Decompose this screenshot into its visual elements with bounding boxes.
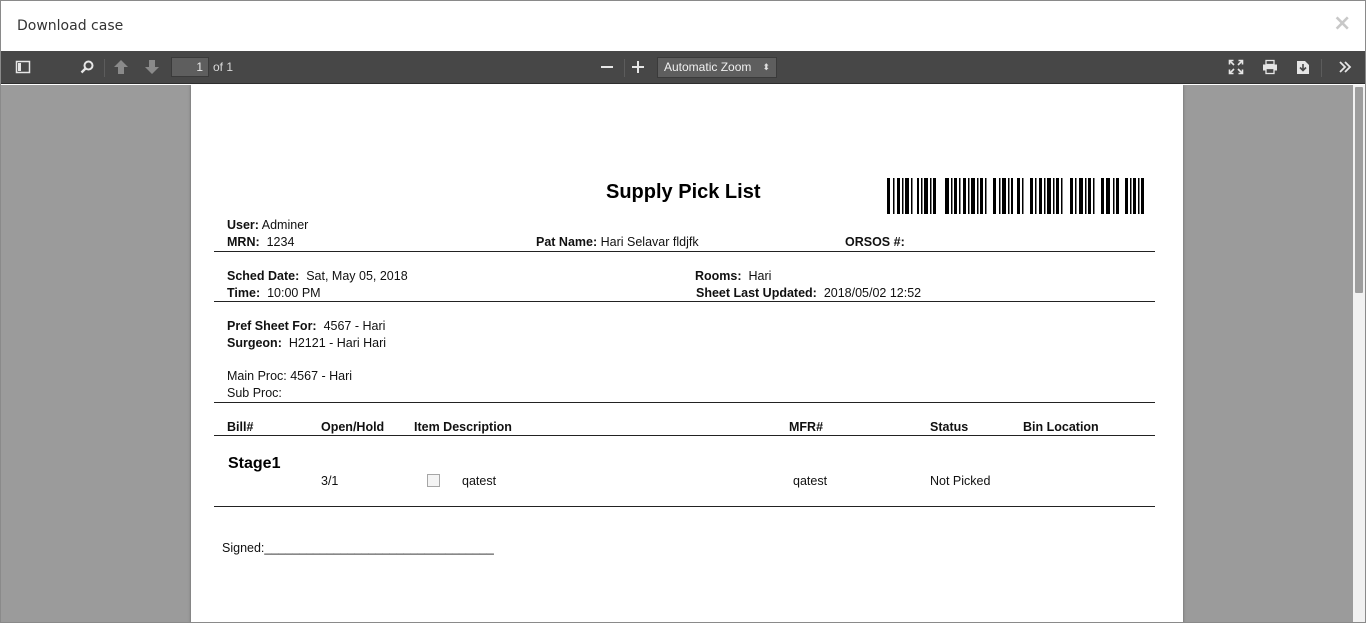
column-header-status: Status [930,420,969,434]
pdf-viewer-area[interactable]: Supply Pick List User: Adminer MRN: 1234… [1,85,1353,622]
sched-date-value: Sat, May 05, 2018 [306,269,408,283]
user-value: Adminer [261,218,309,232]
patient-name-row: Pat Name: Hari Selavar fldjfk [536,235,699,249]
vertical-scrollbar[interactable] [1353,85,1365,622]
surgeon-label: Surgeon: [227,336,282,350]
mrn-label: MRN: [227,235,260,249]
print-icon[interactable] [1257,55,1283,79]
toolbar-separator [1321,59,1322,77]
pat-name-value: Hari Selavar fldjfk [600,235,699,249]
rooms-label: Rooms: [695,269,742,283]
column-header-open-hold: Open/Hold [321,420,385,434]
mrn-value: 1234 [266,235,295,249]
sheet-updated-row: Sheet Last Updated: 2018/05/02 12:52 [696,286,921,300]
sub-proc: Sub Proc: [227,386,282,400]
surgeon-row: Surgeon: H2121 - Hari Hari [227,336,386,350]
zoom-value: Automatic Zoom [664,60,752,74]
user-row: User: Adminer [227,218,308,232]
dialog-header: Download case × [1,1,1365,51]
signature-line: Signed:_________________________________ [222,541,494,555]
row-mfr: qatest [793,474,828,488]
mrn-row: MRN: 1234 [227,235,294,249]
surgeon-value: H2121 - Hari Hari [288,336,387,350]
row-status: Not Picked [930,474,991,488]
double-chevron-right-icon[interactable] [1332,55,1358,79]
divider [214,301,1155,302]
sheet-updated-label: Sheet Last Updated: [696,286,817,300]
sheet-updated-value: 2018/05/02 12:52 [823,286,922,300]
time-label: Time: [227,286,261,300]
sidebar-toggle-icon[interactable] [10,55,36,79]
rooms-row: Rooms: Hari [695,269,771,283]
download-case-dialog: Download case × of 1 Automatic Zoom ⬍ [0,0,1366,623]
orsos-label: ORSOS #: [845,235,905,249]
pdf-page: Supply Pick List User: Adminer MRN: 1234… [191,85,1183,622]
chevron-updown-icon: ⬍ [762,62,770,72]
user-label: User: [227,218,259,232]
toolbar-separator [104,59,105,77]
page-count: of 1 [213,60,234,74]
pdf-toolbar: of 1 Automatic Zoom ⬍ [1,51,1365,84]
main-proc: Main Proc: 4567 - Hari [227,369,353,383]
column-header-bill: Bill# [227,420,254,434]
column-header-bin-location: Bin Location [1023,420,1099,434]
rooms-value: Hari [748,269,772,283]
sched-date-row: Sched Date: Sat, May 05, 2018 [227,269,408,283]
arrow-up-icon[interactable] [108,55,134,79]
pref-sheet-row: Pref Sheet For: 4567 - Hari [227,319,385,333]
arrow-down-icon[interactable] [139,55,165,79]
document-title: Supply Pick List [606,181,761,203]
close-icon[interactable]: × [1333,13,1351,35]
minus-icon[interactable] [594,55,620,79]
row-description: qatest [462,474,497,488]
divider [214,435,1155,436]
divider [214,506,1155,507]
pat-name-label: Pat Name: [536,235,598,249]
barcode-icon [887,178,1144,214]
pref-sheet-value: 4567 - Hari [323,319,386,333]
stage-label: Stage1 [228,455,281,472]
search-icon[interactable] [74,55,100,79]
plus-icon[interactable] [625,55,651,79]
pref-sheet-label: Pref Sheet For: [227,319,317,333]
dialog-title: Download case [17,18,124,34]
divider [214,251,1155,252]
item-checkbox[interactable] [427,474,440,487]
zoom-select[interactable]: Automatic Zoom ⬍ [657,57,777,78]
time-value: 10:00 PM [267,286,321,300]
page-number-input[interactable] [171,57,209,77]
download-icon[interactable] [1290,55,1316,79]
scrollbar-thumb[interactable] [1355,87,1363,293]
sched-date-label: Sched Date: [227,269,300,283]
fullscreen-icon[interactable] [1223,55,1249,79]
column-header-mfr: MFR# [789,420,824,434]
time-row: Time: 10:00 PM [227,286,321,300]
divider [214,402,1155,403]
row-open-hold: 3/1 [321,474,339,488]
column-header-item-description: Item Description [414,420,512,434]
